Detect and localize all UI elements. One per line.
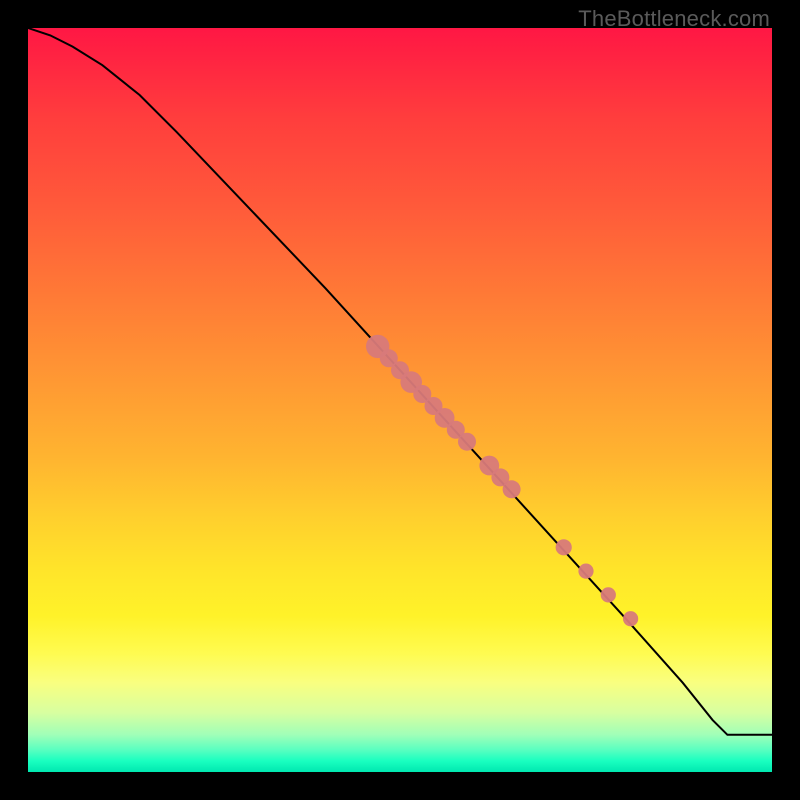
watermark-text: TheBottleneck.com <box>578 6 770 32</box>
chart-plot-area <box>28 28 772 772</box>
